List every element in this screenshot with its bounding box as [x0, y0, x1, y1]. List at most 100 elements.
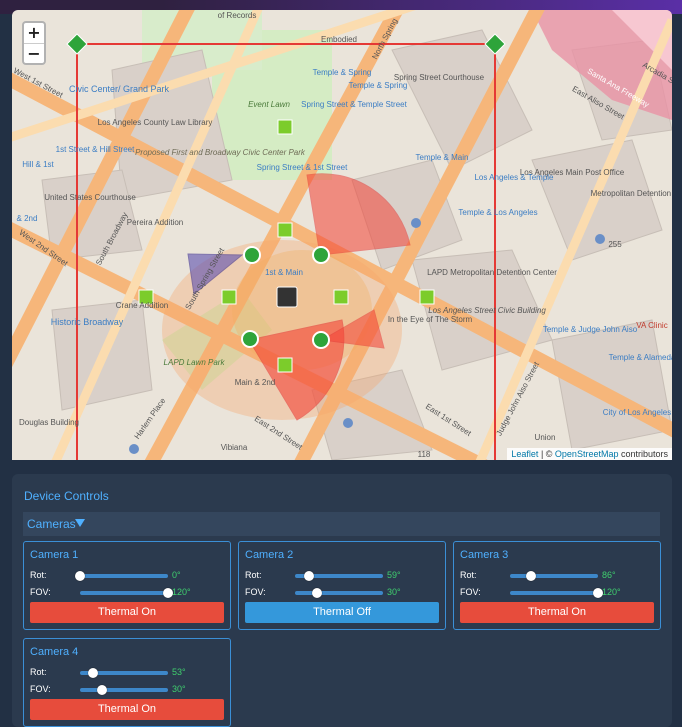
label-metro-detention: Metropolitan Detention Center [591, 189, 672, 198]
label-255: 255 [608, 240, 622, 249]
rotation-row: Rot: 86° [460, 569, 654, 583]
rotation-slider-thumb[interactable] [75, 571, 85, 581]
camera-card-1: Camera 1 Rot: 0° FOV: 120° Thermal On [23, 541, 231, 630]
thermal-toggle-button[interactable]: Thermal On [460, 602, 654, 623]
label-civic-center: Civic Center/ Grand Park [69, 84, 170, 94]
fov-slider[interactable] [80, 588, 173, 598]
label-spring-temple: Spring Street & Temple Street [301, 100, 407, 109]
fov-row: FOV: 30° [245, 586, 439, 600]
label-vibiana: Vibiana [221, 443, 248, 452]
label-pereira: Pereira Addition [127, 218, 183, 227]
rotation-slider[interactable] [295, 571, 383, 581]
fov-label: FOV: [245, 587, 266, 597]
label-union: Union [535, 433, 556, 442]
label-embodied: Embodied [321, 35, 357, 44]
label-spring-1st: Spring Street & 1st Street [257, 163, 348, 172]
rotation-row: Rot: 53° [30, 666, 224, 680]
camera-card-2: Camera 2 Rot: 59° FOV: 30° Thermal Off [238, 541, 446, 630]
osm-link[interactable]: OpenStreetMap [555, 449, 619, 459]
map-view[interactable]: of Records Embodied North Spring West 1s… [12, 10, 672, 460]
fov-slider[interactable] [80, 685, 168, 695]
rotation-row: Rot: 59° [245, 569, 439, 583]
label-lapd-hq: LAPD Metropolitan Detention Center [427, 268, 557, 277]
fov-slider-thumb[interactable] [312, 588, 322, 598]
rotation-value: 0° [172, 570, 181, 580]
camera-card-3: Camera 3 Rot: 86° FOV: 120° Thermal On [453, 541, 661, 630]
map-attribution: Leaflet | © OpenStreetMap contributors [507, 448, 672, 460]
fov-label: FOV: [30, 684, 51, 694]
fov-label: FOV: [460, 587, 481, 597]
label-main-2nd: Main & 2nd [235, 378, 275, 387]
fov-row: FOV: 120° [460, 586, 654, 600]
label-proposed-park: Proposed First and Broadway Civic Center… [135, 148, 306, 157]
fov-slider[interactable] [295, 588, 383, 598]
rotation-label: Rot: [245, 570, 262, 580]
label-1st-main: 1st & Main [265, 268, 303, 277]
rotation-value: 86° [602, 570, 616, 580]
label-la-street-civic: Los Angeles Street Civic Building [428, 306, 546, 315]
label-temple-spring-b: Temple & Spring [349, 81, 408, 90]
rotation-slider-thumb[interactable] [87, 668, 98, 678]
label-la-temple: Los Angeles & Temple [474, 173, 554, 182]
fov-value: 30° [172, 684, 186, 694]
rotation-label: Rot: [30, 667, 47, 677]
label-temple-aiso: Temple & Judge John Aiso [543, 325, 638, 334]
fov-slider[interactable] [510, 588, 603, 598]
label-event-lawn: Event Lawn [248, 100, 290, 109]
label-first-hill: 1st Street & Hill Street [56, 145, 135, 154]
label-2nd: & 2nd [17, 214, 38, 223]
camera-card-4: Camera 4 Rot: 53° FOV: 30° Thermal On [23, 638, 231, 727]
fov-row: FOV: 120° [30, 586, 224, 600]
rotation-slider[interactable] [75, 571, 168, 581]
label-city-la-lot: City of Los Angeles Lot 7 [603, 408, 672, 417]
rotation-value: 59° [387, 570, 401, 580]
label-temple-spring-a: Temple & Spring [313, 68, 372, 77]
leaflet-link[interactable]: Leaflet [511, 449, 538, 459]
zoom-in-button[interactable]: + [24, 23, 44, 43]
label-douglas: Douglas Building [19, 418, 79, 427]
rotation-row: Rot: 0° [30, 569, 224, 583]
label-va-clinic: VA Clinic [636, 321, 667, 330]
attribution-suffix: contributors [618, 449, 668, 459]
device-controls-panel: Device Controls Cameras Camera 1 Rot: 0° FO… [12, 474, 672, 727]
fov-label: FOV: [30, 587, 51, 597]
label-temple-main: Temple & Main [416, 153, 469, 162]
rotation-slider[interactable] [510, 571, 598, 581]
rotation-slider[interactable] [80, 668, 168, 678]
camera-title: Camera 3 [460, 549, 509, 561]
rotation-value: 53° [172, 667, 186, 677]
rotation-slider-thumb[interactable] [304, 571, 315, 581]
label-118: 118 [418, 450, 431, 459]
label-la-law-library: Los Angeles County Law Library [98, 118, 213, 127]
label-spring-courthouse: Spring Street Courthouse [394, 73, 485, 82]
rotation-label: Rot: [30, 570, 47, 580]
rotation-slider-thumb[interactable] [526, 571, 537, 581]
fov-value: 30° [387, 587, 401, 597]
zoom-control: + − [22, 21, 46, 65]
cameras-section-toggle[interactable]: Cameras [23, 512, 660, 536]
panel-title: Device Controls [24, 489, 109, 503]
label-temple-alameda: Temple & Alameda [609, 353, 672, 362]
thermal-toggle-button[interactable]: Thermal On [30, 699, 224, 720]
camera-title: Camera 2 [245, 549, 294, 561]
label-eye-storm: In the Eye of The Storm [388, 315, 473, 324]
fov-value: 120° [602, 587, 621, 597]
fov-value: 120° [172, 587, 191, 597]
caret-down-icon [75, 519, 85, 527]
rotation-label: Rot: [460, 570, 477, 580]
label-lapd-lawn: LAPD Lawn Park [164, 358, 226, 367]
label-historic-broadway: Historic Broadway [51, 317, 124, 327]
map-tiles: of Records Embodied North Spring West 1s… [12, 10, 672, 460]
fov-row: FOV: 30° [30, 683, 224, 697]
label-crane-addition: Crane Addition [116, 301, 168, 310]
thermal-toggle-button[interactable]: Thermal Off [245, 602, 439, 623]
camera-title: Camera 1 [30, 549, 79, 561]
label-hill-1st: Hill & 1st [22, 160, 54, 169]
label-records: of Records [218, 11, 257, 20]
fov-slider-thumb[interactable] [97, 685, 107, 695]
label-temple-la: Temple & Los Angeles [458, 208, 537, 217]
cameras-section-label: Cameras [27, 517, 76, 531]
zoom-out-button[interactable]: − [24, 43, 44, 63]
thermal-toggle-button[interactable]: Thermal On [30, 602, 224, 623]
attribution-separator: | © [538, 449, 555, 459]
